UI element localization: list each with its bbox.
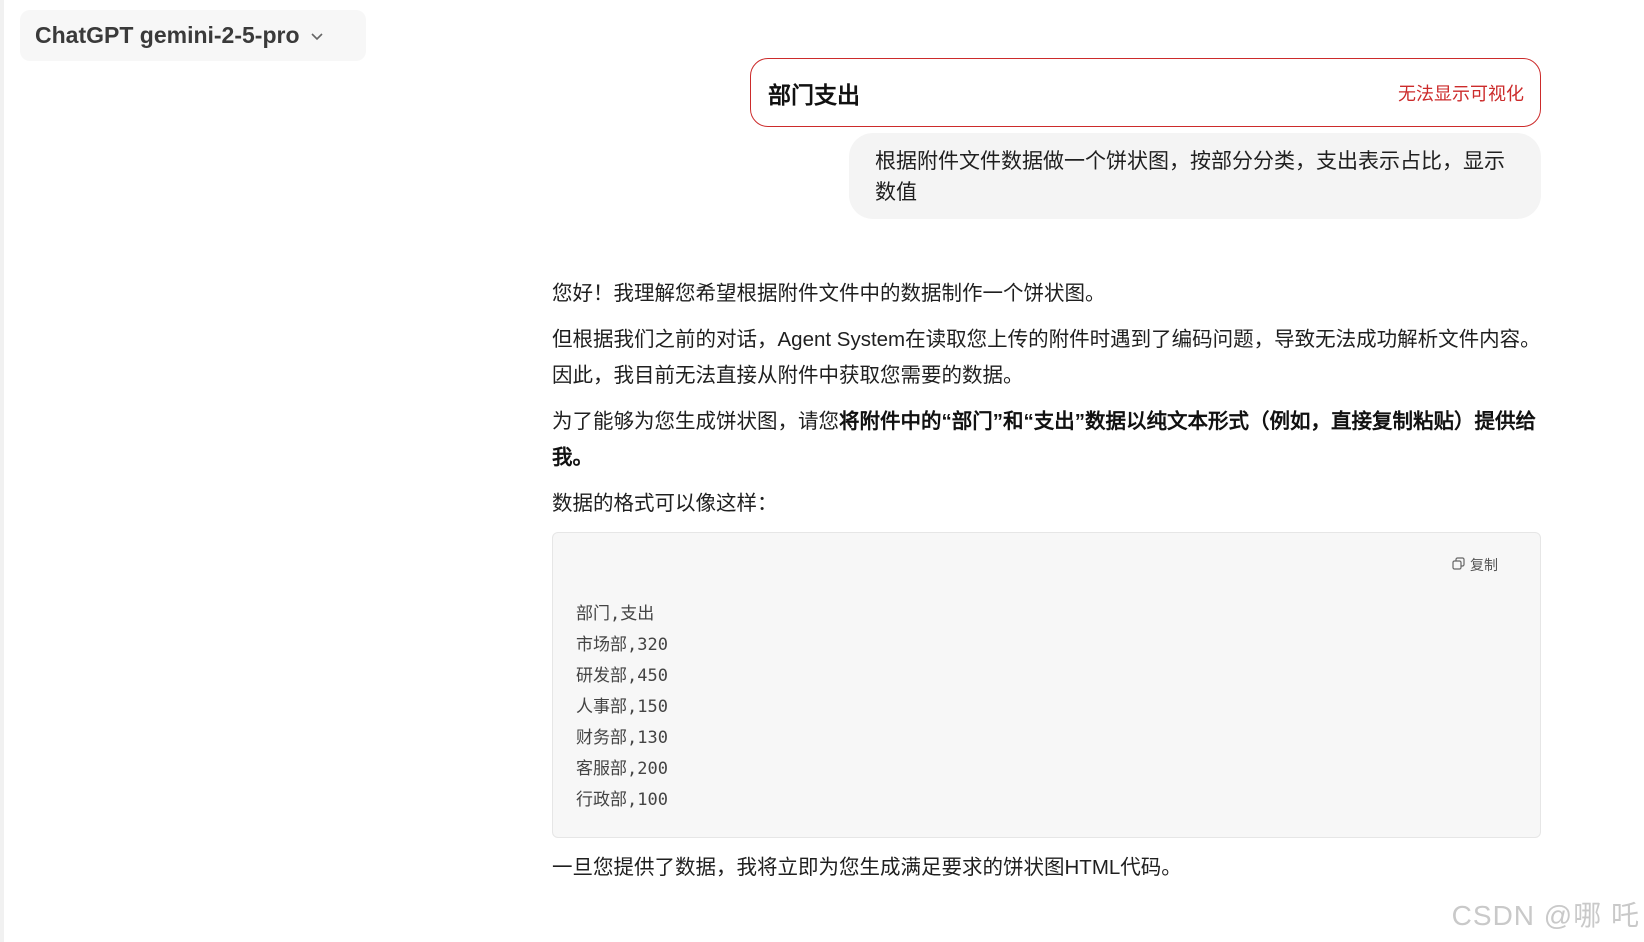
watermark: CSDN @哪 吒 — [1451, 900, 1640, 931]
code-block: 复制 部门,支出 市场部,320 研发部,450 人事部,150 财务部,130… — [552, 532, 1541, 838]
code-line: 客服部,200 — [576, 759, 668, 779]
assistant-paragraph: 但根据我们之前的对话，Agent System在读取您上传的附件时遇到了编码问题… — [552, 328, 1541, 387]
code-line: 研发部,450 — [576, 666, 668, 686]
code-line: 行政部,100 — [576, 790, 668, 810]
artifact-error-status: 无法显示可视化 — [1398, 83, 1524, 104]
artifact-card[interactable]: 部门支出 无法显示可视化 — [750, 58, 1541, 127]
assistant-message: 您好！我理解您希望根据附件文件中的数据制作一个饼状图。 但根据我们之前的对话，A… — [552, 276, 1541, 896]
code-line: 部门,支出 — [576, 604, 655, 624]
copy-button[interactable]: 复制 — [1452, 547, 1498, 583]
copy-icon — [1452, 547, 1465, 583]
code-line: 财务部,130 — [576, 728, 668, 748]
code-line: 市场部,320 — [576, 635, 668, 655]
copy-label: 复制 — [1470, 557, 1498, 573]
assistant-paragraph: 数据的格式可以像这样： — [552, 492, 778, 515]
chevron-down-icon — [310, 29, 324, 43]
model-selector-button[interactable]: ChatGPT gemini-2-5-pro — [20, 10, 366, 61]
user-message-text: 根据附件文件数据做一个饼状图，按部分分类，支出表示占比，显示数值 — [875, 150, 1505, 204]
assistant-paragraph: 一旦您提供了数据，我将立即为您生成满足要求的饼状图HTML代码。 — [552, 856, 1182, 879]
model-selector-label: ChatGPT gemini-2-5-pro — [35, 22, 300, 48]
code-line: 人事部,150 — [576, 697, 668, 717]
artifact-title: 部门支出 — [768, 81, 860, 108]
assistant-paragraph: 您好！我理解您希望根据附件文件中的数据制作一个饼状图。 — [552, 282, 1106, 305]
assistant-text: 为了能够为您生成饼状图，请您 — [552, 410, 839, 433]
code-content: 部门,支出 市场部,320 研发部,450 人事部,150 财务部,130 客服… — [576, 599, 668, 816]
assistant-paragraph: 为了能够为您生成饼状图，请您将附件中的“部门”和“支出”数据以纯文本形式（例如，… — [552, 404, 1541, 476]
user-message-bubble: 根据附件文件数据做一个饼状图，按部分分类，支出表示占比，显示数值 — [849, 133, 1541, 219]
sidebar-edge — [0, 0, 4, 942]
